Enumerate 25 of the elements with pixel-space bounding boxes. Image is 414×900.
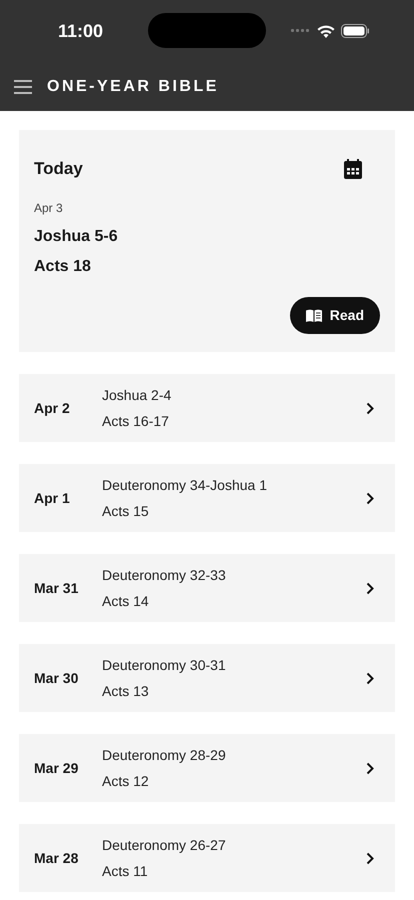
reading-day-row[interactable]: Mar 29 Deuteronomy 28-29 Acts 12 xyxy=(19,734,395,802)
chevron-right-icon xyxy=(366,852,374,864)
chevron-right-icon xyxy=(366,402,374,414)
today-heading: Today xyxy=(34,158,83,180)
calendar-icon[interactable] xyxy=(344,158,362,179)
chevron-right-icon xyxy=(366,582,374,594)
chevron-right-icon xyxy=(366,672,374,684)
menu-button[interactable] xyxy=(14,80,32,94)
chevron-right-icon xyxy=(366,492,374,504)
reading-day-row[interactable]: Apr 1 Deuteronomy 34-Joshua 1 Acts 15 xyxy=(19,464,395,532)
reading-title: Acts 18 xyxy=(34,256,92,276)
reading-day-row[interactable]: Mar 31 Deuteronomy 32-33 Acts 14 xyxy=(19,554,395,622)
reading-day-row[interactable]: Mar 28 Deuteronomy 26-27 Acts 11 xyxy=(19,824,395,892)
battery-icon xyxy=(341,24,370,38)
signal-icon xyxy=(291,29,311,33)
today-date: Apr 3 xyxy=(34,200,64,216)
app-title: ONE-YEAR BIBLE xyxy=(47,76,219,96)
book-icon xyxy=(306,309,322,322)
reading-day-row[interactable]: Apr 2 Joshua 2-4 Acts 16-17 xyxy=(19,374,395,442)
status-time: 11:00 xyxy=(58,20,104,42)
chevron-right-icon xyxy=(366,762,374,774)
read-button[interactable]: Read xyxy=(290,297,380,334)
wifi-icon xyxy=(317,24,335,38)
reading-day-row[interactable]: Mar 30 Deuteronomy 30-31 Acts 13 xyxy=(19,644,395,712)
reading-title: Joshua 5-6 xyxy=(34,226,119,246)
